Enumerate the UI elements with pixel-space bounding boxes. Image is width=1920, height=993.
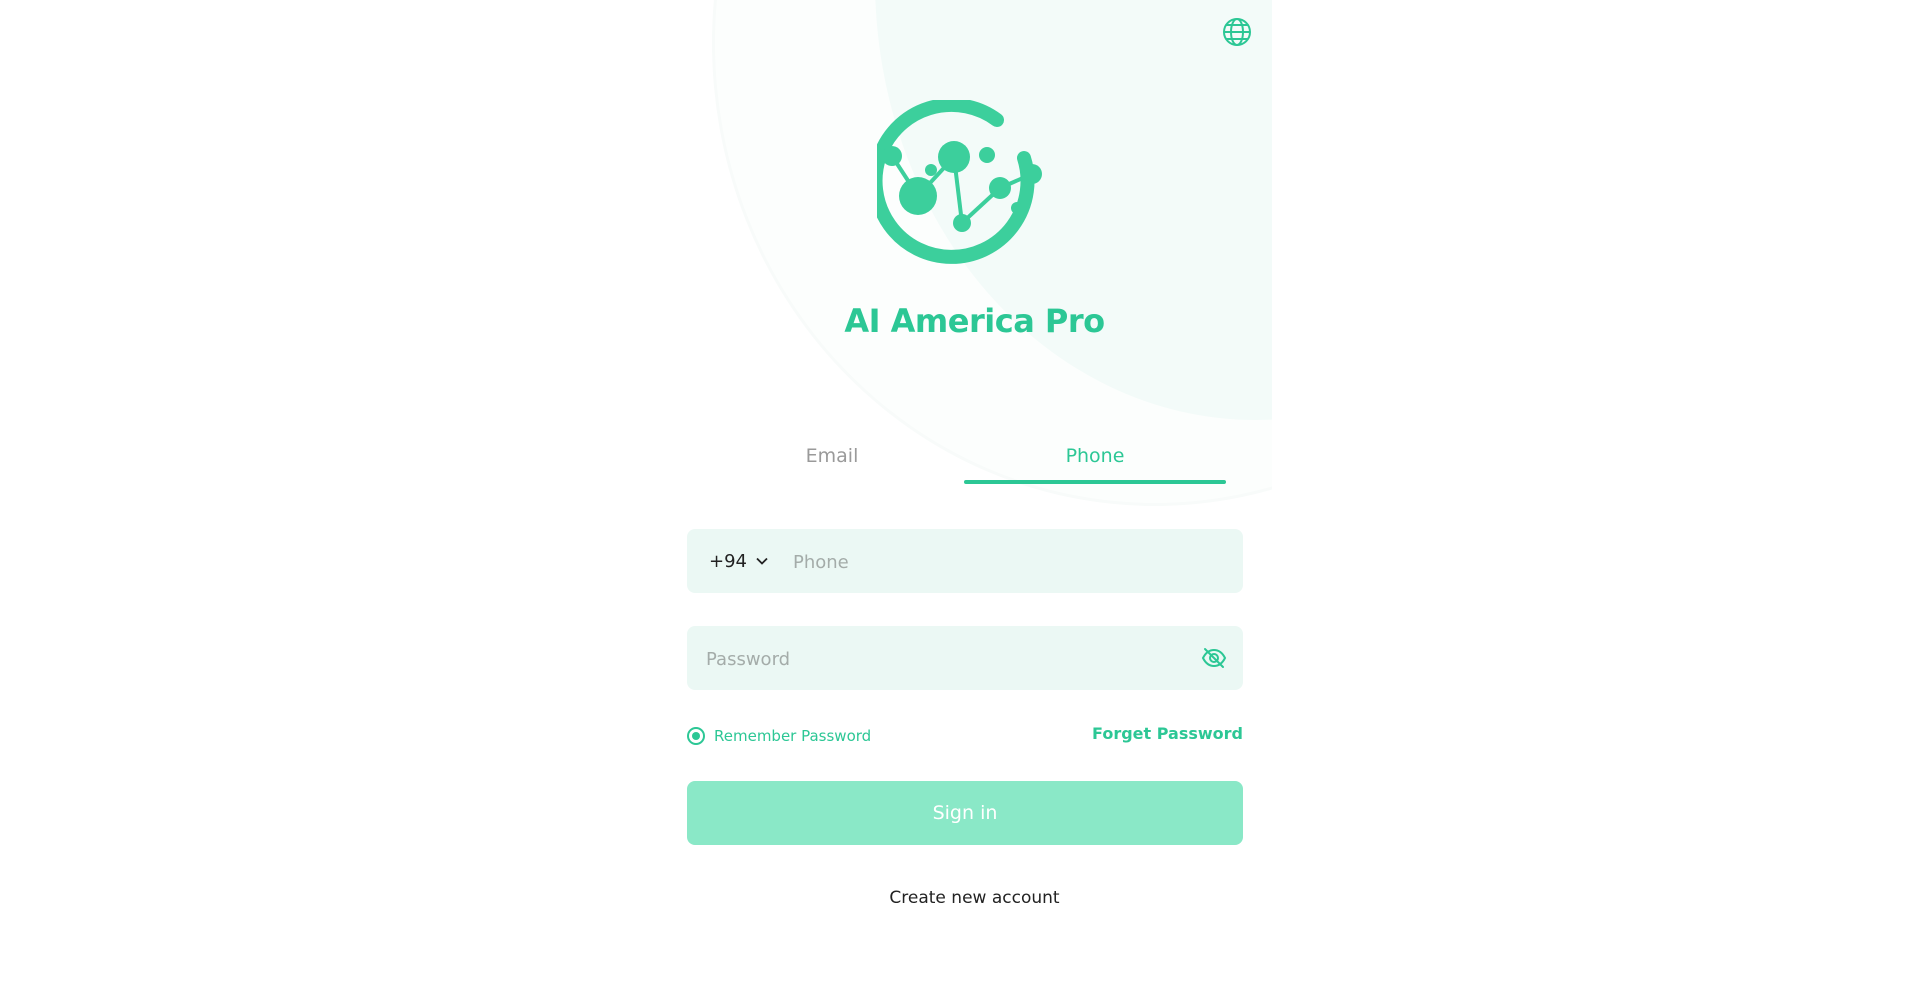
app-title: AI America Pro — [844, 302, 1105, 340]
password-field — [687, 626, 1243, 692]
country-code-select[interactable]: +94 — [709, 529, 789, 593]
country-code-value: +94 — [709, 550, 747, 572]
remember-password-toggle[interactable]: Remember Password — [687, 725, 871, 747]
password-input[interactable] — [704, 626, 1178, 692]
phone-field: +94 — [687, 529, 1243, 595]
tab-phone[interactable]: Phone — [964, 440, 1226, 485]
app-logo — [868, 97, 1051, 274]
create-account-link[interactable]: Create new account — [677, 888, 1272, 908]
sign-in-button[interactable]: Sign in — [687, 781, 1243, 845]
active-tab-indicator — [964, 480, 1226, 484]
chevron-down-icon — [756, 557, 768, 565]
globe-icon[interactable] — [1221, 16, 1253, 48]
forget-password-link[interactable]: Forget Password — [1092, 724, 1243, 743]
login-method-tabs: Email Phone — [701, 440, 1226, 485]
remember-password-radio[interactable] — [687, 727, 705, 745]
remember-password-label: Remember Password — [714, 727, 872, 745]
tab-email[interactable]: Email — [701, 440, 963, 485]
phone-input[interactable] — [791, 529, 1225, 595]
eye-off-icon[interactable] — [1201, 646, 1227, 670]
